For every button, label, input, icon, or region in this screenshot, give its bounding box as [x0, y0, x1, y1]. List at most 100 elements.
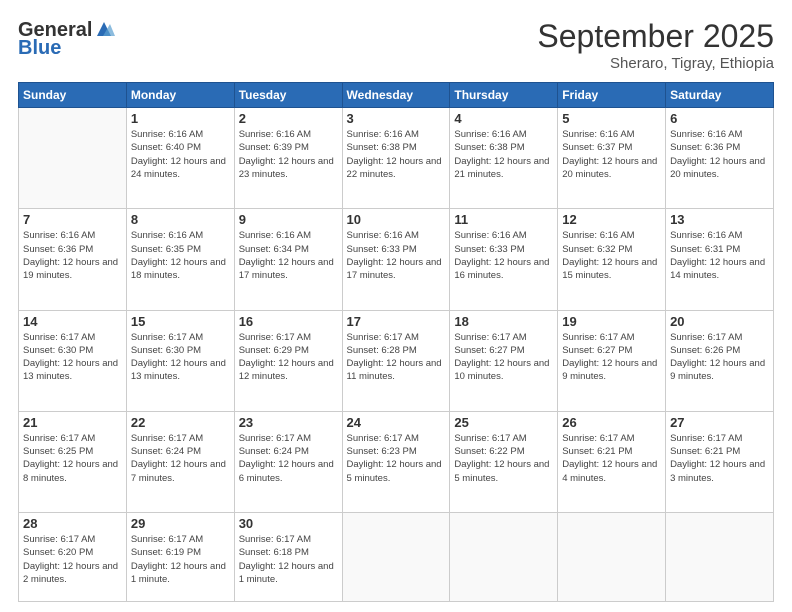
cell-info: Sunrise: 6:17 AMSunset: 6:28 PMDaylight:… — [347, 331, 446, 384]
day-header-friday: Friday — [558, 83, 666, 108]
calendar-week-row: 1 Sunrise: 6:16 AMSunset: 6:40 PMDaylight… — [19, 108, 774, 209]
cell-info: Sunrise: 6:17 AMSunset: 6:20 PMDaylight:… — [23, 533, 122, 586]
day-header-monday: Monday — [126, 83, 234, 108]
calendar-cell: 23 Sunrise: 6:17 AMSunset: 6:24 PMDayligh… — [234, 411, 342, 512]
calendar-cell: 28Sunrise: 6:17 AMSunset: 6:20 PMDayligh… — [19, 513, 127, 602]
calendar-cell: 27 Sunrise: 6:17 AMSunset: 6:21 PMDayligh… — [666, 411, 774, 512]
calendar-table: SundayMondayTuesdayWednesdayThursdayFrid… — [18, 82, 774, 602]
calendar-cell: 13 Sunrise: 6:16 AMSunset: 6:31 PMDayligh… — [666, 209, 774, 310]
day-number: 17 — [347, 314, 446, 329]
day-number: 1 — [131, 111, 230, 126]
cell-info: Sunrise: 6:17 AMSunset: 6:30 PMDaylight:… — [23, 331, 122, 384]
cell-info: Sunrise: 6:17 AMSunset: 6:26 PMDaylight:… — [670, 331, 769, 384]
cell-info: Sunrise: 6:16 AMSunset: 6:38 PMDaylight:… — [454, 128, 553, 181]
header: General Blue September 2025 Sheraro, Tig… — [18, 18, 774, 72]
cell-info: Sunrise: 6:16 AMSunset: 6:31 PMDaylight:… — [670, 229, 769, 282]
cell-info: Sunrise: 6:16 AMSunset: 6:36 PMDaylight:… — [670, 128, 769, 181]
cell-info: Sunrise: 6:16 AMSunset: 6:33 PMDaylight:… — [454, 229, 553, 282]
day-number: 5 — [562, 111, 661, 126]
day-number: 11 — [454, 212, 553, 227]
logo-blue: Blue — [18, 38, 61, 58]
cell-info: Sunrise: 6:16 AMSunset: 6:37 PMDaylight:… — [562, 128, 661, 181]
day-number: 30 — [239, 516, 338, 531]
day-number: 9 — [239, 212, 338, 227]
day-number: 13 — [670, 212, 769, 227]
day-number: 6 — [670, 111, 769, 126]
calendar-cell: 20 Sunrise: 6:17 AMSunset: 6:26 PMDayligh… — [666, 310, 774, 411]
calendar-cell: 19 Sunrise: 6:17 AMSunset: 6:27 PMDayligh… — [558, 310, 666, 411]
day-number: 18 — [454, 314, 553, 329]
calendar-cell: 22Sunrise: 6:17 AMSunset: 6:24 PMDayligh… — [126, 411, 234, 512]
day-number: 21 — [23, 415, 122, 430]
calendar-week-row: 14Sunrise: 6:17 AMSunset: 6:30 PMDayligh… — [19, 310, 774, 411]
cell-info: Sunrise: 6:17 AMSunset: 6:23 PMDaylight:… — [347, 432, 446, 485]
day-number: 29 — [131, 516, 230, 531]
day-number: 3 — [347, 111, 446, 126]
day-number: 4 — [454, 111, 553, 126]
calendar-cell: 29 Sunrise: 6:17 AMSunset: 6:19 PMDayligh… — [126, 513, 234, 602]
calendar-cell: 9 Sunrise: 6:16 AMSunset: 6:34 PMDaylight… — [234, 209, 342, 310]
day-number: 12 — [562, 212, 661, 227]
day-number: 10 — [347, 212, 446, 227]
calendar-cell: 18 Sunrise: 6:17 AMSunset: 6:27 PMDayligh… — [450, 310, 558, 411]
calendar-cell: 8 Sunrise: 6:16 AMSunset: 6:35 PMDaylight… — [126, 209, 234, 310]
day-number: 19 — [562, 314, 661, 329]
cell-info: Sunrise: 6:16 AMSunset: 6:35 PMDaylight:… — [131, 229, 230, 282]
calendar-cell — [450, 513, 558, 602]
calendar-cell — [342, 513, 450, 602]
calendar-cell: 21 Sunrise: 6:17 AMSunset: 6:25 PMDayligh… — [19, 411, 127, 512]
cell-info: Sunrise: 6:17 AMSunset: 6:24 PMDaylight:… — [239, 432, 338, 485]
calendar-cell — [666, 513, 774, 602]
day-number: 8 — [131, 212, 230, 227]
cell-info: Sunrise: 6:16 AMSunset: 6:40 PMDaylight:… — [131, 128, 230, 181]
day-header-tuesday: Tuesday — [234, 83, 342, 108]
day-header-saturday: Saturday — [666, 83, 774, 108]
cell-info: Sunrise: 6:16 AMSunset: 6:33 PMDaylight:… — [347, 229, 446, 282]
day-number: 25 — [454, 415, 553, 430]
calendar-cell: 5 Sunrise: 6:16 AMSunset: 6:37 PMDaylight… — [558, 108, 666, 209]
cell-info: Sunrise: 6:17 AMSunset: 6:18 PMDaylight:… — [239, 533, 338, 586]
cell-info: Sunrise: 6:17 AMSunset: 6:21 PMDaylight:… — [670, 432, 769, 485]
calendar-cell: 2Sunrise: 6:16 AMSunset: 6:39 PMDaylight… — [234, 108, 342, 209]
cell-info: Sunrise: 6:17 AMSunset: 6:27 PMDaylight:… — [562, 331, 661, 384]
day-number: 16 — [239, 314, 338, 329]
calendar-cell: 3 Sunrise: 6:16 AMSunset: 6:38 PMDaylight… — [342, 108, 450, 209]
cell-info: Sunrise: 6:17 AMSunset: 6:29 PMDaylight:… — [239, 331, 338, 384]
day-header-wednesday: Wednesday — [342, 83, 450, 108]
calendar-cell — [19, 108, 127, 209]
calendar-cell: 10 Sunrise: 6:16 AMSunset: 6:33 PMDayligh… — [342, 209, 450, 310]
cell-info: Sunrise: 6:17 AMSunset: 6:22 PMDaylight:… — [454, 432, 553, 485]
day-number: 23 — [239, 415, 338, 430]
calendar-cell: 26 Sunrise: 6:17 AMSunset: 6:21 PMDayligh… — [558, 411, 666, 512]
day-header-sunday: Sunday — [19, 83, 127, 108]
calendar-header-row: SundayMondayTuesdayWednesdayThursdayFrid… — [19, 83, 774, 108]
cell-info: Sunrise: 6:16 AMSunset: 6:36 PMDaylight:… — [23, 229, 122, 282]
day-number: 20 — [670, 314, 769, 329]
cell-info: Sunrise: 6:16 AMSunset: 6:38 PMDaylight:… — [347, 128, 446, 181]
calendar-cell: 24 Sunrise: 6:17 AMSunset: 6:23 PMDayligh… — [342, 411, 450, 512]
cell-info: Sunrise: 6:17 AMSunset: 6:27 PMDaylight:… — [454, 331, 553, 384]
calendar-cell: 15 Sunrise: 6:17 AMSunset: 6:30 PMDayligh… — [126, 310, 234, 411]
logo-icon — [93, 18, 115, 40]
calendar-cell: 14Sunrise: 6:17 AMSunset: 6:30 PMDayligh… — [19, 310, 127, 411]
day-number: 22 — [131, 415, 230, 430]
logo: General Blue — [18, 18, 115, 58]
day-number: 7 — [23, 212, 122, 227]
calendar-cell: 16 Sunrise: 6:17 AMSunset: 6:29 PMDayligh… — [234, 310, 342, 411]
cell-info: Sunrise: 6:16 AMSunset: 6:32 PMDaylight:… — [562, 229, 661, 282]
day-number: 24 — [347, 415, 446, 430]
cell-info: Sunrise: 6:17 AMSunset: 6:19 PMDaylight:… — [131, 533, 230, 586]
cell-info: Sunrise: 6:17 AMSunset: 6:30 PMDaylight:… — [131, 331, 230, 384]
calendar-cell: 1 Sunrise: 6:16 AMSunset: 6:40 PMDaylight… — [126, 108, 234, 209]
cell-info: Sunrise: 6:17 AMSunset: 6:21 PMDaylight:… — [562, 432, 661, 485]
title-block: September 2025 Sheraro, Tigray, Ethiopia — [537, 18, 774, 72]
month-title: September 2025 — [537, 18, 774, 55]
cell-info: Sunrise: 6:17 AMSunset: 6:25 PMDaylight:… — [23, 432, 122, 485]
cell-info: Sunrise: 6:16 AMSunset: 6:39 PMDaylight:… — [239, 128, 338, 181]
day-number: 27 — [670, 415, 769, 430]
calendar-week-row: 28Sunrise: 6:17 AMSunset: 6:20 PMDayligh… — [19, 513, 774, 602]
day-number: 26 — [562, 415, 661, 430]
cell-info: Sunrise: 6:16 AMSunset: 6:34 PMDaylight:… — [239, 229, 338, 282]
day-number: 15 — [131, 314, 230, 329]
location-subtitle: Sheraro, Tigray, Ethiopia — [537, 55, 774, 72]
